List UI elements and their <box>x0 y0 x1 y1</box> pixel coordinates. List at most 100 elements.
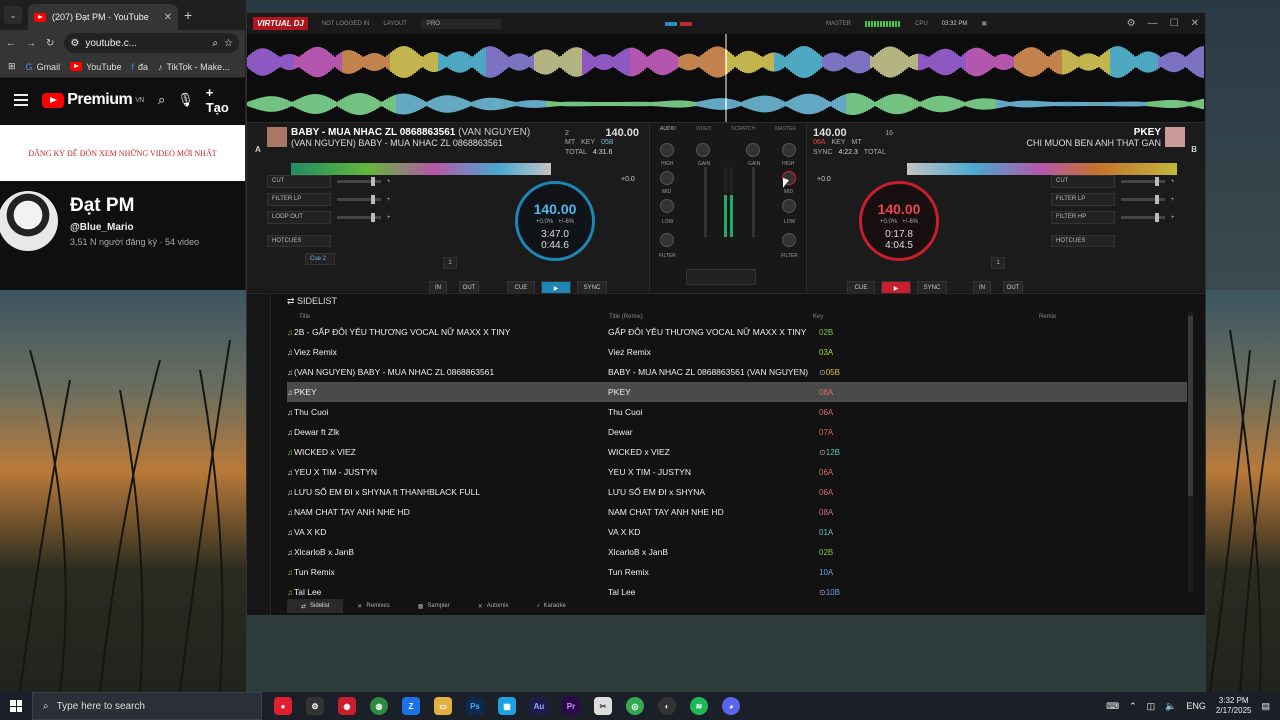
url-field[interactable]: ⚙ youtube.c... ⌕ ☆ <box>64 33 239 53</box>
layout-toggle-icon[interactable] <box>664 21 692 26</box>
apps-icon[interactable]: ⊞ <box>8 61 16 72</box>
close-icon[interactable]: ✕ <box>164 12 172 23</box>
browser-tab[interactable]: (207) Đạt PM - YouTube ✕ <box>28 4 178 30</box>
deck-a-loop-length[interactable]: 1 <box>443 257 457 269</box>
deck-a-fx-slider-1[interactable] <box>337 177 381 186</box>
tab-automix[interactable]: ✕ Automix <box>464 599 523 613</box>
table-row[interactable]: Tun Remix Tun Remix 10A <box>287 562 1187 582</box>
record-app-icon[interactable]: ● <box>274 697 292 715</box>
settings-app-icon[interactable]: ⚙ <box>306 697 324 715</box>
table-row[interactable]: VA X KD VA X KD 01A <box>287 522 1187 542</box>
spotify-icon[interactable]: ≋ <box>690 697 708 715</box>
deck-a-fx-slider-2[interactable] <box>337 195 381 204</box>
tab-karaoke[interactable]: ♪ Karaoke <box>522 599 579 613</box>
file-explorer-icon[interactable]: ▭ <box>434 697 452 715</box>
crossfader[interactable] <box>686 269 756 285</box>
col-remix[interactable]: Remix <box>1039 314 1056 320</box>
deck-b-loop-length[interactable]: 1 <box>991 257 1005 269</box>
deck-a-fx-select-3[interactable]: LOOP OUT <box>267 211 331 224</box>
deck-b-pads-mode[interactable]: HOTCUES <box>1051 235 1115 247</box>
bookmark-star-icon[interactable]: ☆ <box>224 38 233 49</box>
keyboard-icon[interactable]: ⌨ <box>1106 701 1119 712</box>
table-row[interactable]: WICKED x VIEZ WICKED x VIEZ ⊙12B <box>287 442 1187 462</box>
bookmark-gmail[interactable]: G Gmail <box>26 62 61 72</box>
bookmark-youtube[interactable]: YouTube <box>70 62 121 72</box>
deck-a-overview-wave[interactable] <box>291 163 551 175</box>
mixer-tab-master[interactable]: MASTER <box>775 126 796 132</box>
filter-knob-b[interactable] <box>782 233 796 247</box>
deck-a-platter[interactable]: 140.00 +0.0% +/-6% 3:47.0 0:44.6 <box>515 181 595 261</box>
zalo-icon[interactable]: Z <box>402 697 420 715</box>
table-row[interactable]: Thu Cuoi Thu Cuoi 06A <box>287 402 1187 422</box>
back-icon[interactable]: ← <box>6 38 16 49</box>
deck-a-pads-mode[interactable]: HOTCUES <box>267 235 331 247</box>
browser-app-icon[interactable]: ◎ <box>626 697 644 715</box>
add-icon[interactable]: + <box>1171 215 1175 221</box>
deck-b-fx-slider-3[interactable] <box>1121 213 1165 222</box>
volume-icon[interactable]: 🔈 <box>1165 701 1176 712</box>
discord-icon[interactable]: ◕ <box>722 697 740 715</box>
store-icon[interactable]: ▦ <box>498 697 516 715</box>
microphone-icon[interactable]: 🎙 <box>177 92 194 108</box>
mixer-tab-scratch[interactable]: SCRATCH <box>731 126 755 132</box>
mixer-tab-video[interactable]: VIDEO <box>696 126 712 132</box>
premiere-icon[interactable]: Pr <box>562 697 580 715</box>
bookmark-facebook[interactable]: f đa <box>131 62 148 72</box>
forward-icon[interactable]: → <box>26 38 36 49</box>
network-icon[interactable]: ◫ <box>1147 701 1156 712</box>
volume-fader-a[interactable] <box>704 167 707 237</box>
youtube-logo[interactable]: Premium VN <box>42 91 144 109</box>
search-icon[interactable]: ⌕ <box>158 92 165 108</box>
deck-b-overview-wave[interactable] <box>907 163 1177 175</box>
capcut-icon[interactable]: ✂ <box>594 697 612 715</box>
chevron-up-icon[interactable]: ⌃ <box>1129 701 1137 712</box>
photoshop-icon[interactable]: Ps <box>466 697 484 715</box>
volume-fader-b[interactable] <box>752 167 755 237</box>
deck-b-fx-select-3[interactable]: FILTER HP <box>1051 211 1115 224</box>
tab-sidelist[interactable]: ⇄ Sidelist <box>287 599 344 613</box>
deck-a-fx-select-1[interactable]: CUT <box>267 175 331 188</box>
eq-low-knob-b[interactable] <box>782 199 796 213</box>
table-row[interactable]: XlcarloB x JanB XlcarloB x JanB 02B <box>287 542 1187 562</box>
col-key[interactable]: Key <box>813 314 823 320</box>
eq-high-knob-b[interactable] <box>782 143 796 157</box>
table-row[interactable]: 2B - GẤP ĐÔI YÊU THƯƠNG VOCAL NỮ MAXX X … <box>287 322 1187 342</box>
add-icon[interactable]: + <box>387 197 391 203</box>
eq-mid-knob-a[interactable] <box>660 171 674 185</box>
taskbar-search[interactable]: ⌕ Type here to search <box>32 692 262 720</box>
table-row[interactable]: LƯU SỐ EM ĐI x SHYNA ft THANHBLACK FULL L… <box>287 482 1187 502</box>
rhythm-waveform[interactable] <box>247 34 1205 122</box>
tab-remixes[interactable]: ✕ Remixes <box>343 599 403 613</box>
minimize-icon[interactable]: — <box>1148 18 1158 29</box>
obs-icon[interactable]: ◐ <box>658 697 676 715</box>
deck-b-fx-select-2[interactable]: FILTER LP <box>1051 193 1115 206</box>
eq-low-knob-a[interactable] <box>660 199 674 213</box>
taskbar-clock[interactable]: 3:32 PM 2/17/2025 <box>1216 696 1252 716</box>
tab-sampler[interactable]: ▦ Sampler <box>404 599 464 613</box>
record-icon[interactable]: ▣ <box>981 20 987 27</box>
site-info-icon[interactable]: ⚙ <box>70 38 79 49</box>
deck-a-cue2-pad[interactable]: Cue 2 <box>305 253 335 265</box>
table-row[interactable]: NAM CHAT TAY ANH NHE HD NAM CHAT TAY ANH … <box>287 502 1187 522</box>
table-row[interactable]: YEU X TIM - JUSTYN YEU X TIM - JUSTYN 06A <box>287 462 1187 482</box>
menu-icon[interactable] <box>14 94 29 106</box>
col-title-remix[interactable]: Title (Remix) <box>609 314 643 320</box>
new-tab-button[interactable]: + <box>184 7 192 23</box>
table-row[interactable]: Dewar ft Zlk Dewar 07A <box>287 422 1187 442</box>
deck-a-fx-select-2[interactable]: FILTER LP <box>267 193 331 206</box>
settings-icon[interactable]: ⚙ <box>1127 18 1136 29</box>
deck-b-fx-slider-1[interactable] <box>1121 177 1165 186</box>
list-scrollbar[interactable] <box>1188 312 1193 592</box>
add-icon[interactable]: + <box>1171 197 1175 203</box>
layout-select[interactable]: PRO <box>420 18 501 29</box>
eq-high-knob-a[interactable] <box>660 143 674 157</box>
gain-knob-b[interactable] <box>746 143 760 157</box>
start-button[interactable] <box>0 700 32 712</box>
audition-icon[interactable]: Au <box>530 697 548 715</box>
notification-icon[interactable]: ▤ <box>1261 701 1270 712</box>
login-status[interactable]: NOT LOGGED IN <box>322 21 370 27</box>
create-button[interactable]: + Tạo <box>206 85 231 115</box>
col-title[interactable]: Title <box>299 314 310 320</box>
channel-avatar[interactable] <box>0 191 58 251</box>
deck-b-fx-slider-2[interactable] <box>1121 195 1165 204</box>
